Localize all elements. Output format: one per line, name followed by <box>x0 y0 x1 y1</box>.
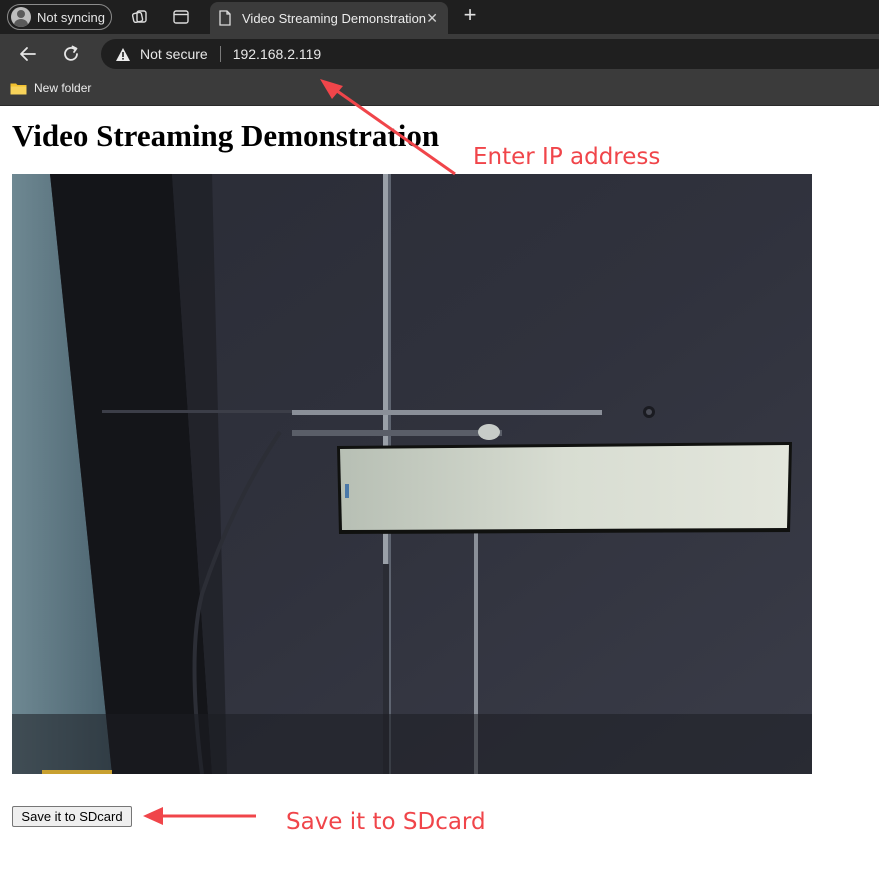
toolbar: Not secure 192.168.2.119 <box>0 34 879 74</box>
ip-annotation-text: Enter IP address <box>473 144 661 170</box>
video-stream <box>12 174 812 774</box>
folder-icon <box>10 83 27 94</box>
plus-icon[interactable]: + <box>458 4 482 28</box>
bookmark-new-folder[interactable]: New folder <box>10 81 91 95</box>
avatar-icon <box>11 7 31 27</box>
back-arrow-icon[interactable] <box>17 43 39 65</box>
document-icon <box>219 10 231 26</box>
workspaces-icon[interactable] <box>131 8 149 26</box>
bookmarks-bar: New folder <box>0 74 879 106</box>
omnibox-divider <box>219 46 221 62</box>
tab-search-icon[interactable] <box>172 8 190 26</box>
bookmark-label: New folder <box>34 81 92 95</box>
save-annotation-text: Save it to SDcard <box>286 809 486 835</box>
reload-icon[interactable] <box>60 43 82 65</box>
tab-title: Video Streaming Demonstration <box>242 10 427 26</box>
profile-button[interactable]: Not syncing <box>7 4 112 30</box>
page-content: Video Streaming Demonstration Save it to… <box>0 106 879 875</box>
profile-label: Not syncing <box>37 9 105 25</box>
camera-frame-image <box>12 174 812 774</box>
close-icon[interactable]: ✕ <box>426 10 438 27</box>
tab-active[interactable]: Video Streaming Demonstration ✕ <box>210 2 448 34</box>
warning-icon[interactable] <box>115 47 131 62</box>
security-label[interactable]: Not secure <box>140 46 208 62</box>
save-to-sdcard-button[interactable]: Save it to SDcard <box>12 806 132 827</box>
url-text[interactable]: 192.168.2.119 <box>233 46 322 62</box>
page-title: Video Streaming Demonstration <box>12 118 440 153</box>
address-bar[interactable]: Not secure 192.168.2.119 <box>101 39 879 69</box>
tab-strip: Not syncing Video Streaming Demonstratio… <box>0 0 879 34</box>
